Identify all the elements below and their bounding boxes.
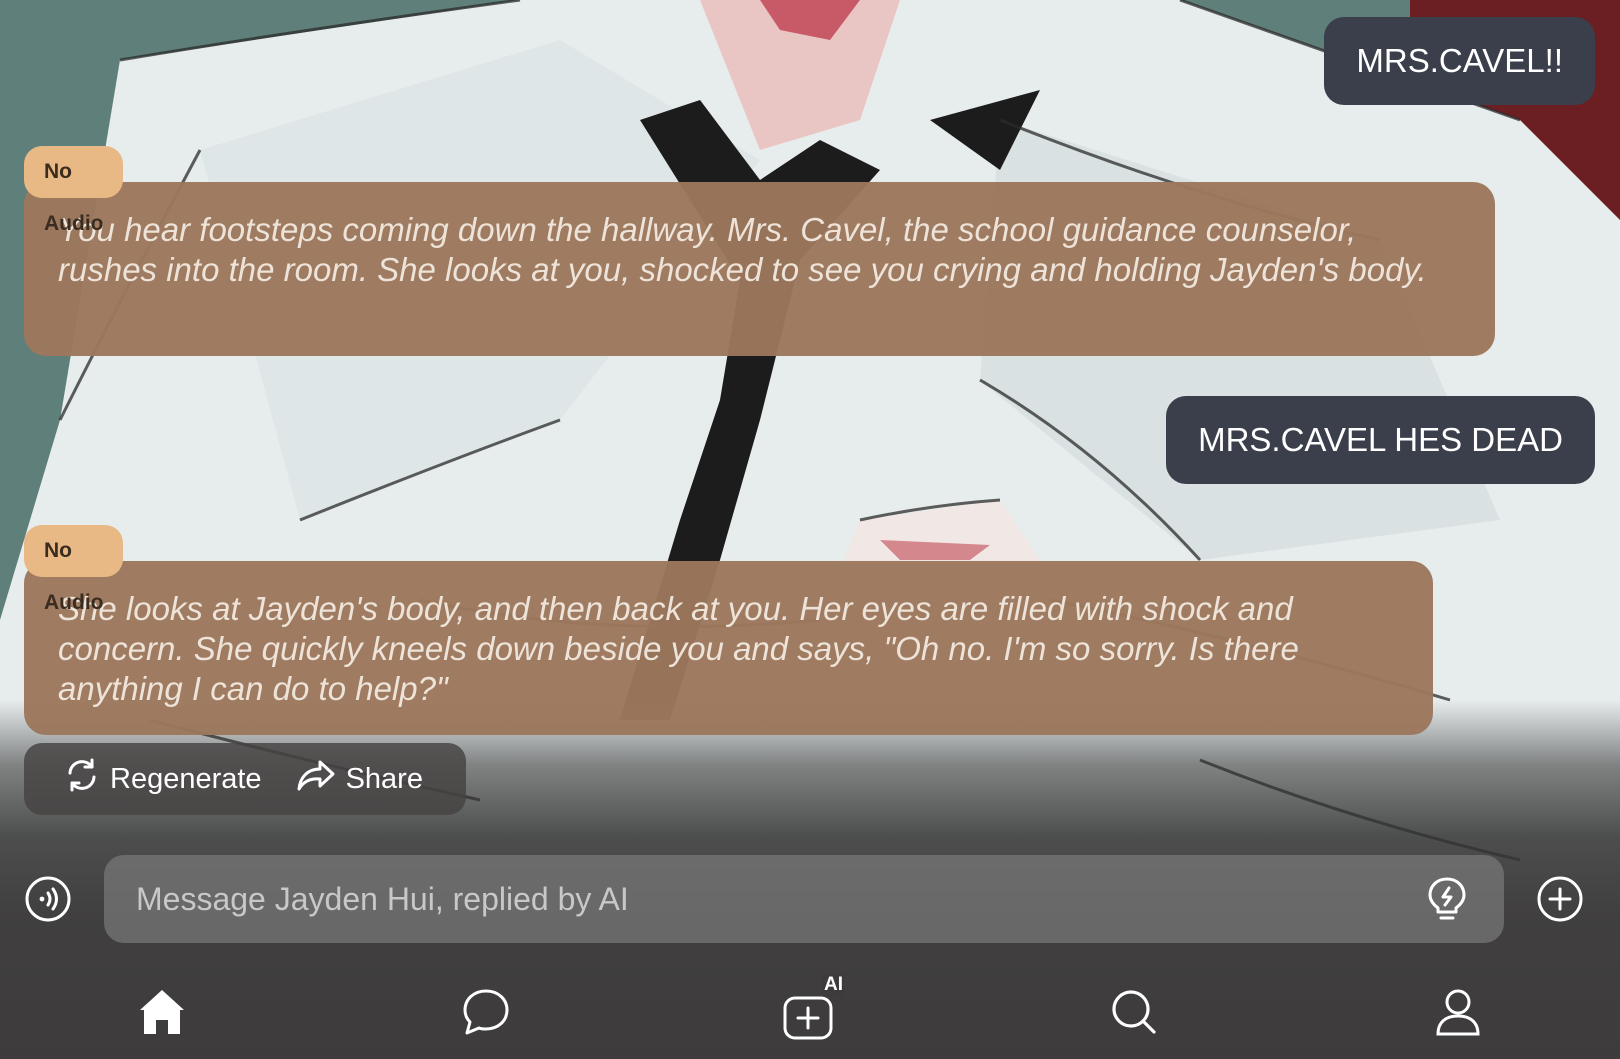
profile-icon bbox=[1436, 989, 1480, 1036]
lightbulb-icon bbox=[1428, 877, 1466, 920]
user-message-bubble: MRS.CAVEL!! bbox=[1324, 17, 1595, 105]
ai-message-bubble: She looks at Jayden's body, and then bac… bbox=[24, 561, 1433, 735]
bottom-navigation: AI bbox=[0, 960, 1620, 1059]
voice-call-button[interactable] bbox=[25, 876, 71, 922]
user-message-text: MRS.CAVEL HES DEAD bbox=[1198, 421, 1563, 458]
message-input[interactable] bbox=[104, 855, 1504, 943]
nav-chats[interactable] bbox=[460, 986, 512, 1038]
chat-icon bbox=[463, 989, 509, 1035]
message-actions: Regenerate Share bbox=[24, 743, 466, 815]
ai-message-text: You hear footsteps coming down the hallw… bbox=[58, 211, 1427, 288]
no-audio-badge[interactable]: No Audio bbox=[24, 146, 124, 235]
share-button[interactable]: Share bbox=[296, 757, 423, 801]
share-icon bbox=[296, 757, 336, 801]
ai-message-bubble: You hear footsteps coming down the hallw… bbox=[24, 182, 1495, 356]
nav-home[interactable] bbox=[136, 986, 188, 1038]
nav-search[interactable] bbox=[1108, 986, 1160, 1038]
attach-button[interactable] bbox=[1537, 876, 1583, 922]
nav-profile[interactable] bbox=[1432, 986, 1484, 1038]
regenerate-icon bbox=[64, 757, 100, 801]
share-label: Share bbox=[345, 762, 423, 795]
regenerate-button[interactable]: Regenerate bbox=[64, 757, 262, 801]
nav-create-ai[interactable]: AI bbox=[782, 974, 848, 1040]
voice-wave-icon bbox=[25, 876, 71, 922]
regenerate-label: Regenerate bbox=[110, 762, 262, 795]
plus-icon bbox=[1537, 876, 1583, 922]
no-audio-badge[interactable]: No Audio bbox=[24, 525, 124, 614]
suggestion-button[interactable] bbox=[1426, 876, 1468, 922]
user-message-text: MRS.CAVEL!! bbox=[1356, 42, 1563, 79]
home-icon bbox=[140, 990, 184, 1034]
ai-label: AI bbox=[822, 974, 845, 996]
user-message-bubble: MRS.CAVEL HES DEAD bbox=[1166, 396, 1595, 484]
search-icon bbox=[1112, 990, 1156, 1034]
ai-message-text: She looks at Jayden's body, and then bac… bbox=[58, 590, 1299, 707]
